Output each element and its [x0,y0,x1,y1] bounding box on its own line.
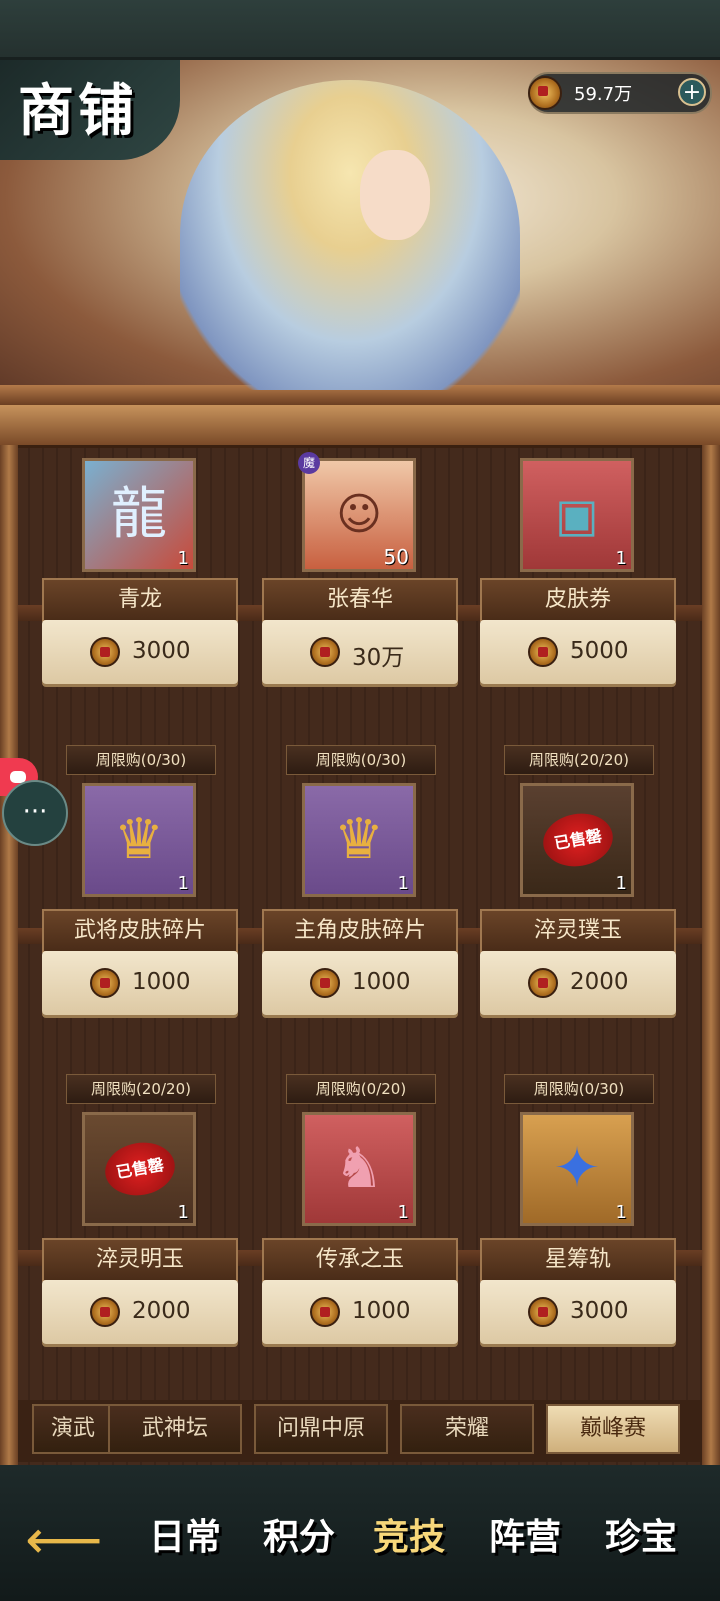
coin-icon [528,637,558,667]
shop-item[interactable]: 龍 1 青龙 3000 [42,400,238,700]
soldout-stamp: 已售罄 [101,1137,179,1201]
jade-icon: 已售罄 1 [520,783,634,897]
item-price: 1000 [352,969,411,995]
coin-icon [310,968,340,998]
shop-item[interactable]: 周限购(20/20) 已售罄 1 淬灵明玉 2000 [42,1074,238,1374]
purchase-limit: 周限购(20/20) [504,745,654,775]
item-name: 传承之玉 [262,1238,458,1282]
nav-camp[interactable]: 阵营 [470,1487,580,1587]
coin-icon [90,968,120,998]
shop-item[interactable]: 周限购(0/30) ✦ 1 星筹轨 3000 [480,1074,676,1374]
item-name: 主角皮肤碎片 [262,909,458,953]
item-name: 淬灵璞玉 [480,909,676,953]
star-orbit-icon: ✦ 1 [520,1112,634,1226]
purchase-limit: 周限购(20/20) [66,1074,216,1104]
magic-badge: 魔 [298,452,320,474]
tab-dianfeng[interactable]: 巅峰赛 [546,1404,680,1454]
item-price: 2000 [132,1298,191,1324]
buy-button[interactable]: 5000 [480,620,676,684]
shop-tabs: 演武 武神坛 问鼎中原 荣耀 巅峰赛 [18,1400,702,1462]
shop-item[interactable]: ☺ 50 魔 张春华 30万 [262,400,458,700]
item-count: 1 [615,548,627,569]
coin-icon [310,1297,340,1327]
tab-yanwu[interactable]: 演武 [32,1404,114,1454]
purchase-limit: 周限购(0/30) [504,1074,654,1104]
item-price: 1000 [352,1298,411,1324]
item-price: 2000 [570,969,629,995]
item-name: 皮肤券 [480,578,676,622]
shop-item[interactable]: 周限购(20/20) 已售罄 1 淬灵璞玉 2000 [480,745,676,1045]
buy-button[interactable]: 2000 [480,951,676,1015]
purchase-limit: 周限购(0/30) [286,745,436,775]
coin-icon [90,1297,120,1327]
item-count: 1 [177,1202,189,1223]
item-count: 1 [615,1202,627,1223]
character-illustration [180,80,520,390]
nav-points[interactable]: 积分 [244,1487,354,1587]
helmet-icon: ♛ 1 [82,783,196,897]
soldout-stamp: 已售罄 [539,808,617,872]
item-name: 青龙 [42,578,238,622]
nav-treasure[interactable]: 珍宝 [586,1487,696,1587]
currency-value: 59.7万 [574,84,633,105]
back-arrow-icon[interactable]: ⟵ [14,1505,114,1575]
buy-button[interactable]: 1000 [42,951,238,1015]
purchase-limit: 周限购(0/20) [286,1074,436,1104]
status-bar [0,0,720,60]
shop-frame-right [702,445,720,1465]
shop-item[interactable]: 周限购(0/30) ♛ 1 武将皮肤碎片 1000 [42,745,238,1045]
buy-button[interactable]: 3000 [480,1280,676,1344]
item-price: 5000 [570,638,629,664]
red-jade-icon: ♞ 1 [302,1112,416,1226]
item-count: 50 [383,545,409,569]
hero-portrait-icon: ☺ 50 [302,458,416,572]
nav-daily[interactable]: 日常 [130,1487,240,1587]
purchase-limit: 周限购(0/30) [66,745,216,775]
nav-arena[interactable]: 竞技 [354,1487,464,1587]
bottom-nav: ⟵ 日常 积分 竞技 阵营 珍宝 [0,1465,720,1601]
item-count: 1 [615,873,627,894]
add-currency-button[interactable]: + [678,78,706,106]
item-price: 30万 [352,645,405,671]
item-price: 3000 [570,1298,629,1324]
buy-button[interactable]: 1000 [262,1280,458,1344]
tab-wushentan[interactable]: 武神坛 [108,1404,242,1454]
shop-item[interactable]: ▣ 1 皮肤券 5000 [480,400,676,700]
item-name: 武将皮肤碎片 [42,909,238,953]
buy-button[interactable]: 30万 [262,620,458,684]
item-count: 1 [177,873,189,894]
coin-icon [528,1297,558,1327]
buy-button[interactable]: 1000 [262,951,458,1015]
item-count: 1 [397,1202,409,1223]
item-name: 淬灵明玉 [42,1238,238,1282]
item-name: 张春华 [262,578,458,622]
shop-item[interactable]: 周限购(0/30) ♛ 1 主角皮肤碎片 1000 [262,745,458,1045]
character-face [360,150,430,240]
chat-icon[interactable]: ··· [2,780,68,846]
jade-icon: 已售罄 1 [82,1112,196,1226]
shop-item[interactable]: 周限购(0/20) ♞ 1 传承之玉 1000 [262,1074,458,1374]
item-price: 3000 [132,638,191,664]
coin-icon [528,76,562,110]
buy-button[interactable]: 3000 [42,620,238,684]
skin-ticket-icon: ▣ 1 [520,458,634,572]
shop-frame-left [0,445,18,1465]
buy-button[interactable]: 2000 [42,1280,238,1344]
tab-wending[interactable]: 问鼎中原 [254,1404,388,1454]
coin-icon [310,637,340,667]
item-name: 星筹轨 [480,1238,676,1282]
currency-display: 59.7万 + [528,72,712,114]
item-count: 1 [177,548,189,569]
item-count: 1 [397,873,409,894]
dragon-icon: 龍 1 [82,458,196,572]
coin-icon [90,637,120,667]
page-title: 商铺 [18,78,138,144]
helmet-icon: ♛ 1 [302,783,416,897]
tab-rongyao[interactable]: 荣耀 [400,1404,534,1454]
item-price: 1000 [132,969,191,995]
coin-icon [528,968,558,998]
